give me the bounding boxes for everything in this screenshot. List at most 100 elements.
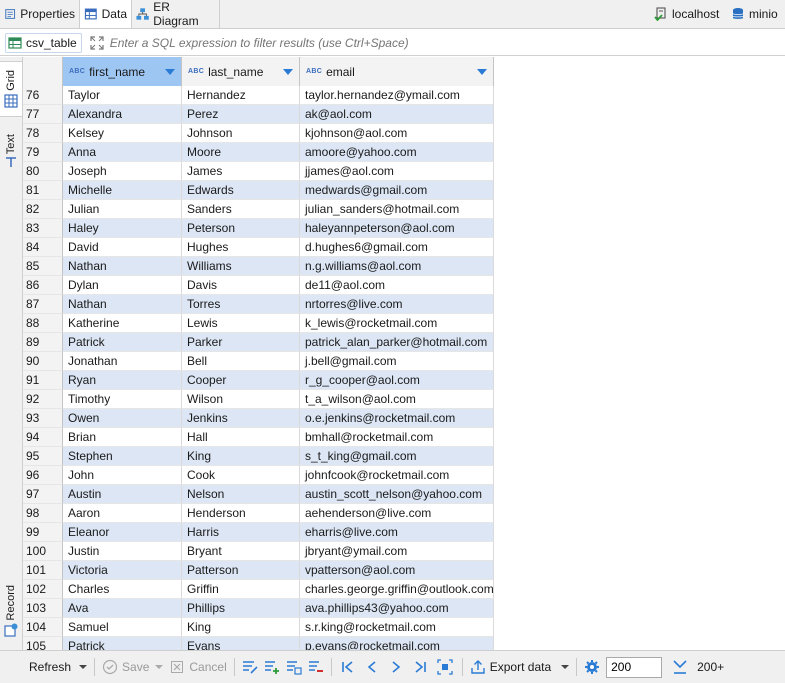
results-grid[interactable]: ABC first_name ABC last_name ABC email 7…: [23, 57, 785, 650]
expand-filter-icon[interactable]: [90, 35, 104, 50]
table-row[interactable]: 83 Haley Peterson haleyannpeterson@aol.com: [23, 219, 494, 238]
last-name-cell[interactable]: Cooper: [182, 371, 300, 390]
table-row[interactable]: 105 Patrick Evans p.evans@rocketmail.com: [23, 637, 494, 650]
last-name-cell[interactable]: Harris: [182, 523, 300, 542]
table-row[interactable]: 91 Ryan Cooper r_g_cooper@aol.com: [23, 371, 494, 390]
first-name-cell[interactable]: Michelle: [63, 181, 182, 200]
row-number-cell[interactable]: 89: [23, 333, 63, 352]
connection-database[interactable]: minio: [731, 0, 778, 28]
last-name-cell[interactable]: Sanders: [182, 200, 300, 219]
row-number-cell[interactable]: 82: [23, 200, 63, 219]
email-cell[interactable]: amoore@yahoo.com: [300, 143, 494, 162]
side-tab-record[interactable]: Record: [0, 581, 22, 641]
table-row[interactable]: 85 Nathan Williams n.g.williams@aol.com: [23, 257, 494, 276]
first-name-cell[interactable]: Brian: [63, 428, 182, 447]
row-number-cell[interactable]: 79: [23, 143, 63, 162]
last-name-cell[interactable]: Lewis: [182, 314, 300, 333]
table-row[interactable]: 97 Austin Nelson austin_scott_nelson@yahoo.…: [23, 485, 494, 504]
row-number-cell[interactable]: 90: [23, 352, 63, 371]
first-name-cell[interactable]: Ryan: [63, 371, 182, 390]
email-cell[interactable]: haleyannpeterson@aol.com: [300, 219, 494, 238]
email-cell[interactable]: n.g.williams@aol.com: [300, 257, 494, 276]
first-name-cell[interactable]: Haley: [63, 219, 182, 238]
first-name-cell[interactable]: Alexandra: [63, 105, 182, 124]
first-name-cell[interactable]: Julian: [63, 200, 182, 219]
last-name-cell[interactable]: Cook: [182, 466, 300, 485]
chevron-down-icon[interactable]: [155, 663, 164, 671]
row-number-cell[interactable]: 81: [23, 181, 63, 200]
email-cell[interactable]: patrick_alan_parker@hotmail.com: [300, 333, 494, 352]
email-cell[interactable]: s.r.king@rocketmail.com: [300, 618, 494, 637]
row-number-cell[interactable]: 96: [23, 466, 63, 485]
row-number-cell[interactable]: 100: [23, 542, 63, 561]
last-name-cell[interactable]: Jenkins: [182, 409, 300, 428]
row-number-cell[interactable]: 84: [23, 238, 63, 257]
table-row[interactable]: 102 Charles Griffin charles.george.griffin@…: [23, 580, 494, 599]
first-name-cell[interactable]: Nathan: [63, 257, 182, 276]
email-cell[interactable]: ava.phillips43@yahoo.com: [300, 599, 494, 618]
first-name-cell[interactable]: Charles: [63, 580, 182, 599]
first-name-cell[interactable]: Katherine: [63, 314, 182, 333]
email-cell[interactable]: p.evans@rocketmail.com: [300, 637, 494, 650]
email-cell[interactable]: eharris@live.com: [300, 523, 494, 542]
email-cell[interactable]: charles.george.griffin@outlook.com: [300, 580, 494, 599]
last-name-cell[interactable]: Nelson: [182, 485, 300, 504]
row-number-cell[interactable]: 105: [23, 637, 63, 650]
row-number-cell[interactable]: 83: [23, 219, 63, 238]
export-data-button[interactable]: Export data: [467, 655, 572, 679]
table-row[interactable]: 100 Justin Bryant jbryant@ymail.com: [23, 542, 494, 561]
table-row[interactable]: 80 Joseph James jjames@aol.com: [23, 162, 494, 181]
table-row[interactable]: 101 Victoria Patterson vpatterson@aol.com: [23, 561, 494, 580]
side-tab-text[interactable]: Text: [0, 127, 22, 175]
column-header-email[interactable]: ABC email: [300, 57, 494, 86]
first-name-cell[interactable]: John: [63, 466, 182, 485]
row-number-header[interactable]: [23, 57, 63, 86]
table-row[interactable]: 78 Kelsey Johnson kjohnson@aol.com: [23, 124, 494, 143]
table-row[interactable]: 81 Michelle Edwards medwards@gmail.com: [23, 181, 494, 200]
gear-icon[interactable]: [584, 659, 600, 675]
table-selector[interactable]: csv_table: [5, 32, 82, 53]
side-tab-grid[interactable]: Grid: [0, 61, 22, 117]
column-header-last-name[interactable]: ABC last_name: [182, 57, 300, 86]
tab-data[interactable]: Data: [80, 0, 132, 28]
column-filter-arrow-icon[interactable]: [165, 69, 175, 75]
cancel-button[interactable]: Cancel: [166, 655, 229, 679]
first-name-cell[interactable]: Samuel: [63, 618, 182, 637]
last-name-cell[interactable]: Peterson: [182, 219, 300, 238]
first-name-cell[interactable]: Nathan: [63, 295, 182, 314]
email-cell[interactable]: o.e.jenkins@rocketmail.com: [300, 409, 494, 428]
first-name-cell[interactable]: Timothy: [63, 390, 182, 409]
column-header-first-name[interactable]: ABC first_name: [63, 57, 182, 86]
table-row[interactable]: 86 Dylan Davis de11@aol.com: [23, 276, 494, 295]
table-row[interactable]: 103 Ava Phillips ava.phillips43@yahoo.com: [23, 599, 494, 618]
email-cell[interactable]: d.hughes6@gmail.com: [300, 238, 494, 257]
last-name-cell[interactable]: Parker: [182, 333, 300, 352]
row-number-cell[interactable]: 99: [23, 523, 63, 542]
last-name-cell[interactable]: Bell: [182, 352, 300, 371]
first-name-cell[interactable]: Stephen: [63, 447, 182, 466]
email-cell[interactable]: ak@aol.com: [300, 105, 494, 124]
last-name-cell[interactable]: James: [182, 162, 300, 181]
last-name-cell[interactable]: Patterson: [182, 561, 300, 580]
row-number-cell[interactable]: 102: [23, 580, 63, 599]
row-number-cell[interactable]: 98: [23, 504, 63, 523]
row-number-cell[interactable]: 87: [23, 295, 63, 314]
email-cell[interactable]: taylor.hernandez@ymail.com: [300, 86, 494, 105]
refresh-button[interactable]: Refresh: [26, 655, 90, 679]
email-cell[interactable]: bmhall@rocketmail.com: [300, 428, 494, 447]
email-cell[interactable]: t_a_wilson@aol.com: [300, 390, 494, 409]
tab-er-diagram[interactable]: ER Diagram: [132, 0, 220, 28]
table-row[interactable]: 77 Alexandra Perez ak@aol.com: [23, 105, 494, 124]
row-number-cell[interactable]: 91: [23, 371, 63, 390]
last-name-cell[interactable]: Torres: [182, 295, 300, 314]
last-name-cell[interactable]: Williams: [182, 257, 300, 276]
row-number-cell[interactable]: 103: [23, 599, 63, 618]
first-name-cell[interactable]: Kelsey: [63, 124, 182, 143]
row-number-cell[interactable]: 86: [23, 276, 63, 295]
first-name-cell[interactable]: Patrick: [63, 333, 182, 352]
last-name-cell[interactable]: Edwards: [182, 181, 300, 200]
row-number-cell[interactable]: 76: [23, 86, 63, 105]
previous-page-icon[interactable]: [365, 660, 379, 674]
table-row[interactable]: 96 John Cook johnfcook@rocketmail.com: [23, 466, 494, 485]
last-name-cell[interactable]: Bryant: [182, 542, 300, 561]
